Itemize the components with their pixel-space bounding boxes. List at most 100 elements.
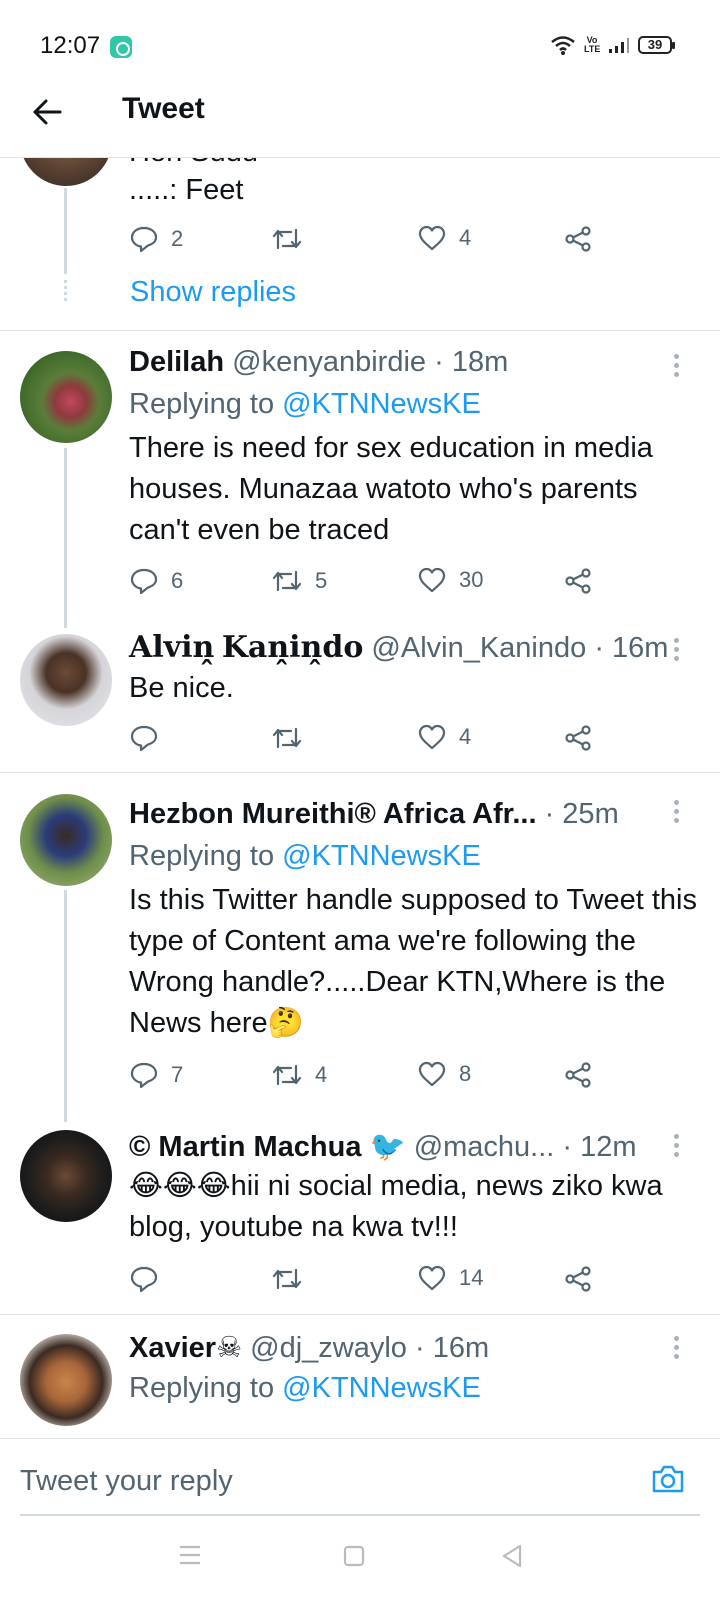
avatar[interactable] <box>20 634 112 726</box>
heart-icon <box>418 724 446 750</box>
tweet-time: · 18m <box>434 346 509 378</box>
author-name[interactable]: 𝐀𝐥𝐯𝐢𝐧̭ 𝐊𝐚𝐧̭𝐢𝐧̭𝐝𝐨 <box>129 631 363 664</box>
tweet-header: © Martin Machua 🐦 @machu... · 12m <box>129 1130 637 1164</box>
more-options-icon[interactable] <box>672 800 680 824</box>
author-name[interactable]: Xavier☠ <box>129 1332 242 1364</box>
reply-feed[interactable]: Hon Sudu .....: Feet 2 4 Show replies De… <box>0 158 720 1438</box>
tweet-actions: 14 <box>129 1264 609 1300</box>
like-button[interactable]: 4 <box>417 224 471 252</box>
back-icon[interactable] <box>500 1544 524 1573</box>
system-nav-bar <box>0 1520 720 1600</box>
retweet-button[interactable]: 5 <box>271 566 327 596</box>
divider <box>0 330 720 331</box>
replying-label: Replying to <box>129 840 275 872</box>
heart-icon <box>418 225 446 251</box>
replying-to: Replying to @KTNNewsKE <box>129 840 481 873</box>
back-arrow-icon[interactable] <box>30 94 66 130</box>
status-time: 12:07 <box>40 32 101 59</box>
reply-icon <box>130 1266 158 1293</box>
reply-input[interactable]: Tweet your reply <box>20 1465 233 1498</box>
author-handle[interactable]: @kenyanbirdie <box>232 346 426 378</box>
retweet-icon <box>272 570 302 592</box>
retweet-button[interactable] <box>271 1264 315 1294</box>
reply-icon <box>130 1062 158 1089</box>
mention-link[interactable]: @KTNNewsKE <box>282 1372 481 1404</box>
avatar[interactable] <box>20 351 112 443</box>
reply-count: 7 <box>171 1062 184 1087</box>
show-replies-link[interactable]: Show replies <box>130 276 296 309</box>
page-title: Tweet <box>122 92 205 125</box>
reply-icon <box>130 725 158 752</box>
retweet-button[interactable]: 4 <box>271 1060 327 1090</box>
tweet-header: Hezbon Mureithi® Africa Afr... · 25m <box>129 798 619 831</box>
like-count: 4 <box>459 225 472 250</box>
menu-icon[interactable] <box>178 1544 202 1571</box>
avatar[interactable] <box>20 1334 112 1426</box>
mention-link[interactable]: @KTNNewsKE <box>282 840 481 872</box>
camera-icon[interactable] <box>650 1463 686 1500</box>
more-options-icon[interactable] <box>672 1134 680 1158</box>
wifi-icon <box>550 34 576 56</box>
share-button[interactable] <box>563 566 593 596</box>
author-handle[interactable]: @Alvin_Kanindo <box>371 632 586 664</box>
author-name[interactable]: Delilah <box>129 346 224 378</box>
reply-button[interactable]: 2 <box>129 224 183 254</box>
tweet-header: Xavier☠ @dj_zwaylo · 16m <box>129 1330 489 1365</box>
share-icon <box>565 226 591 252</box>
reply-icon <box>130 568 158 595</box>
top-app-bar: Tweet <box>0 72 720 158</box>
like-button[interactable]: 4 <box>417 723 471 751</box>
reply-icon <box>130 226 158 253</box>
retweet-icon <box>272 727 302 749</box>
avatar[interactable] <box>20 794 112 886</box>
heart-icon <box>418 1061 446 1087</box>
like-button[interactable]: 30 <box>417 566 483 594</box>
share-icon <box>565 1266 591 1292</box>
mention-link[interactable]: @KTNNewsKE <box>282 388 481 420</box>
author-name[interactable]: © Martin Machua 🐦 <box>129 1131 406 1163</box>
author-handle[interactable]: @machu... <box>414 1131 555 1163</box>
reply-count: 2 <box>171 226 184 251</box>
retweet-icon <box>272 1268 302 1290</box>
tweet-time: · 16m <box>414 1332 490 1364</box>
share-button[interactable] <box>563 224 593 254</box>
retweet-button[interactable] <box>271 224 315 254</box>
reply-button[interactable] <box>129 723 171 753</box>
tweet-time: · 16m <box>594 632 669 664</box>
reply-button[interactable]: 7 <box>129 1060 183 1090</box>
reply-button[interactable]: 6 <box>129 566 183 596</box>
reply-button[interactable] <box>129 1264 171 1294</box>
more-options-icon[interactable] <box>672 354 680 378</box>
share-icon <box>565 568 591 594</box>
retweet-icon <box>272 228 302 250</box>
share-button[interactable] <box>563 1264 593 1294</box>
signal-icon <box>608 36 630 54</box>
share-icon <box>565 725 591 751</box>
like-count: 4 <box>459 724 472 749</box>
retweet-button[interactable] <box>271 723 315 753</box>
like-button[interactable]: 8 <box>417 1060 471 1088</box>
more-options-icon[interactable] <box>672 638 680 662</box>
share-button[interactable] <box>563 723 593 753</box>
thread-line <box>64 448 67 628</box>
input-underline <box>20 1514 700 1516</box>
thread-dots <box>64 280 67 302</box>
tweet-text: .....: Feet <box>129 174 244 206</box>
avatar[interactable] <box>20 1130 112 1222</box>
avatar[interactable] <box>20 158 112 186</box>
share-button[interactable] <box>563 1060 593 1090</box>
retweet-icon <box>272 1064 302 1086</box>
tweet-actions: 4 <box>129 723 609 759</box>
share-icon <box>565 1062 591 1088</box>
more-options-icon[interactable] <box>672 1336 680 1360</box>
like-button[interactable]: 14 <box>417 1264 483 1292</box>
thread-line <box>64 188 67 274</box>
retweet-count: 5 <box>315 568 328 593</box>
author-handle[interactable]: @dj_zwaylo <box>250 1332 407 1364</box>
author-name[interactable]: Hezbon Mureithi® Africa Afr... <box>129 798 537 830</box>
like-count: 14 <box>459 1265 484 1290</box>
home-icon[interactable] <box>342 1544 366 1573</box>
tweet-time: · 12m <box>562 1131 637 1163</box>
like-count: 30 <box>459 567 484 592</box>
like-count: 8 <box>459 1061 472 1086</box>
